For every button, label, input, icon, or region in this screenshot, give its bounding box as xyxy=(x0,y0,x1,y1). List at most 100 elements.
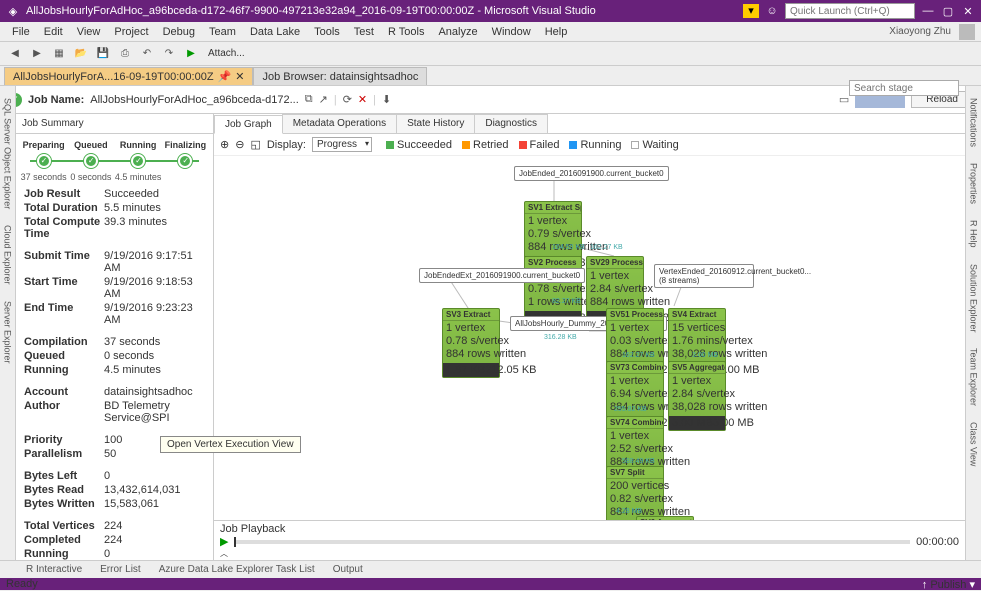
tab-pin-icon[interactable]: 📌 xyxy=(218,70,232,83)
signed-in-user[interactable]: Xiaoyong Zhu xyxy=(883,24,957,39)
document-tabs: AllJobsHourlyForA...16-09-19T00:00:00Z📌✕… xyxy=(0,66,981,86)
new-file-icon[interactable]: ▦ xyxy=(50,45,68,63)
save-icon[interactable]: 💾 xyxy=(94,45,112,63)
tab-class-view[interactable]: Class View xyxy=(968,418,980,470)
menu-tools[interactable]: Tools xyxy=(308,24,346,40)
node-sv7[interactable]: SV7 Split200 vertices0.82 s/vertex884 ro… xyxy=(606,466,664,520)
menu-window[interactable]: Window xyxy=(486,24,537,40)
tab-output[interactable]: Output xyxy=(325,562,371,577)
node-sv5[interactable]: SV5 Aggregate1 vertex2.84 s/vertex38,028… xyxy=(668,361,726,431)
tab-notifications[interactable]: Notifications xyxy=(968,94,980,151)
node-sv74[interactable]: SV74 Combine Parti...1 vertex2.52 s/vert… xyxy=(606,416,664,474)
node-sv3[interactable]: SV3 Extract1 vertex0.78 s/vertex884 rows… xyxy=(442,308,500,378)
stage-dot-icon xyxy=(84,154,98,168)
tab-job-graph[interactable]: Job Graph xyxy=(214,115,283,134)
collapse-icon[interactable]: ︿ xyxy=(220,548,959,559)
summary-value: 37 seconds xyxy=(104,336,205,348)
menu-team[interactable]: Team xyxy=(203,24,242,40)
summary-key: Completed xyxy=(24,534,104,546)
maximize-icon[interactable]: ▢ xyxy=(941,5,955,18)
tab-diagnostics[interactable]: Diagnostics xyxy=(474,114,548,133)
summary-key: Total Vertices xyxy=(24,520,104,532)
node-jobended[interactable]: JobEnded_2016091900.current_bucket0 xyxy=(514,166,669,181)
tab-sql-explorer[interactable]: SQL Server Object Explorer xyxy=(2,94,14,213)
open-external-icon[interactable]: ↗ xyxy=(319,93,328,106)
summary-key: Running xyxy=(24,548,104,560)
menu-help[interactable]: Help xyxy=(539,24,574,40)
notify-flag-icon[interactable]: ▾ xyxy=(743,4,759,18)
display-select[interactable]: Progress xyxy=(312,137,372,152)
tab-r-interactive[interactable]: R Interactive xyxy=(18,562,90,577)
summary-value: 9/19/2016 9:18:53 AM xyxy=(104,276,205,300)
tab-solution-explorer[interactable]: Solution Explorer xyxy=(968,260,980,337)
close-icon[interactable]: ✕ xyxy=(961,5,975,18)
play-icon[interactable]: ▶ xyxy=(220,535,228,548)
summary-kv-grid: Job ResultSucceededTotal Duration5.5 min… xyxy=(16,184,213,561)
menu-test[interactable]: Test xyxy=(348,24,380,40)
avatar-icon[interactable] xyxy=(959,24,975,40)
tab-state-history[interactable]: State History xyxy=(396,114,475,133)
nav-back-icon[interactable]: ◀ xyxy=(6,45,24,63)
menu-rtools[interactable]: R Tools xyxy=(382,24,430,40)
attach-button[interactable]: Attach... xyxy=(204,48,249,59)
undo-icon[interactable]: ↶ xyxy=(138,45,156,63)
legend-swatch-icon xyxy=(386,141,394,149)
tab-server-explorer[interactable]: Server Explorer xyxy=(2,297,14,368)
summary-value: 224 xyxy=(104,534,205,546)
menu-project[interactable]: Project xyxy=(108,24,154,40)
summary-value: 13,432,614,031 xyxy=(104,484,205,496)
tab-properties[interactable]: Properties xyxy=(968,159,980,208)
card-icon[interactable]: ▭ xyxy=(839,93,849,106)
tab-cloud-explorer[interactable]: Cloud Explorer xyxy=(2,221,14,289)
search-stage-input[interactable] xyxy=(849,80,959,96)
tab-error-list[interactable]: Error List xyxy=(92,562,149,577)
graph-canvas[interactable]: JobEnded_2016091900.current_bucket0 SV1 … xyxy=(214,156,965,520)
start-icon[interactable]: ▶ xyxy=(182,45,200,63)
playback-slider[interactable] xyxy=(234,540,910,544)
menu-view[interactable]: View xyxy=(71,24,107,40)
stop-icon[interactable]: ✕ xyxy=(358,93,367,106)
publish-button[interactable]: ↑ Publish ▾ xyxy=(922,578,975,591)
node-jobendedext[interactable]: JobEndedExt_2016091900.current_bucket0 xyxy=(419,268,585,283)
tab-job-view[interactable]: AllJobsHourlyForA...16-09-19T00:00:00Z📌✕ xyxy=(4,67,253,85)
legend: Succeeded Retried Failed Running Waiting xyxy=(386,139,679,151)
download-icon[interactable]: ⬇ xyxy=(382,93,391,106)
node-vertexended[interactable]: VertexEnded_20160912.current_bucket0... … xyxy=(654,264,754,288)
legend-swatch-icon xyxy=(631,141,639,149)
job-header: ✓ Job Name: AllJobsHourlyForAdHoc_a96bce… xyxy=(0,86,981,114)
copy-icon[interactable]: ⧉ xyxy=(305,93,313,106)
status-bar: Ready ↑ Publish ▾ xyxy=(0,578,981,590)
zoom-out-icon[interactable]: ⊖ xyxy=(235,138,244,151)
menu-debug[interactable]: Debug xyxy=(157,24,201,40)
tab-team-explorer[interactable]: Team Explorer xyxy=(968,344,980,410)
quick-launch-input[interactable] xyxy=(785,3,915,19)
fit-icon[interactable]: ◱ xyxy=(250,138,260,151)
summary-key: Compilation xyxy=(24,336,104,348)
summary-value: 5.5 minutes xyxy=(104,202,205,214)
tab-adl-tasklist[interactable]: Azure Data Lake Explorer Task List xyxy=(151,562,323,577)
menu-analyze[interactable]: Analyze xyxy=(432,24,483,40)
open-file-icon[interactable]: 📂 xyxy=(72,45,90,63)
job-summary-header: Job Summary xyxy=(16,114,213,134)
tab-rhelp[interactable]: R Help xyxy=(968,216,980,252)
tab-close-icon[interactable]: ✕ xyxy=(235,70,244,83)
summary-key: Submit Time xyxy=(24,250,104,274)
feedback-icon[interactable]: ☺ xyxy=(765,5,779,17)
summary-key: Total Compute Time xyxy=(24,216,104,240)
playback-time: 00:00:00 xyxy=(916,536,959,548)
tab-metadata-ops[interactable]: Metadata Operations xyxy=(282,114,397,133)
node-sv6[interactable]: SV6 Aggregate1 vertex33.08 s/vertex0 row… xyxy=(636,516,694,520)
refresh-icon[interactable]: ⟳ xyxy=(343,93,352,106)
nav-fwd-icon[interactable]: ▶ xyxy=(28,45,46,63)
menu-edit[interactable]: Edit xyxy=(38,24,69,40)
summary-value: BD Telemetry Service@SPI xyxy=(104,400,205,424)
summary-value: 15,583,061 xyxy=(104,498,205,510)
tab-job-browser[interactable]: Job Browser: datainsightsadhoc xyxy=(253,67,427,85)
minimize-icon[interactable]: — xyxy=(921,5,935,17)
save-all-icon[interactable]: ⎙ xyxy=(116,45,134,63)
summary-key: Total Duration xyxy=(24,202,104,214)
zoom-in-icon[interactable]: ⊕ xyxy=(220,138,229,151)
redo-icon[interactable]: ↷ xyxy=(160,45,178,63)
menu-file[interactable]: File xyxy=(6,24,36,40)
menu-datalake[interactable]: Data Lake xyxy=(244,24,306,40)
